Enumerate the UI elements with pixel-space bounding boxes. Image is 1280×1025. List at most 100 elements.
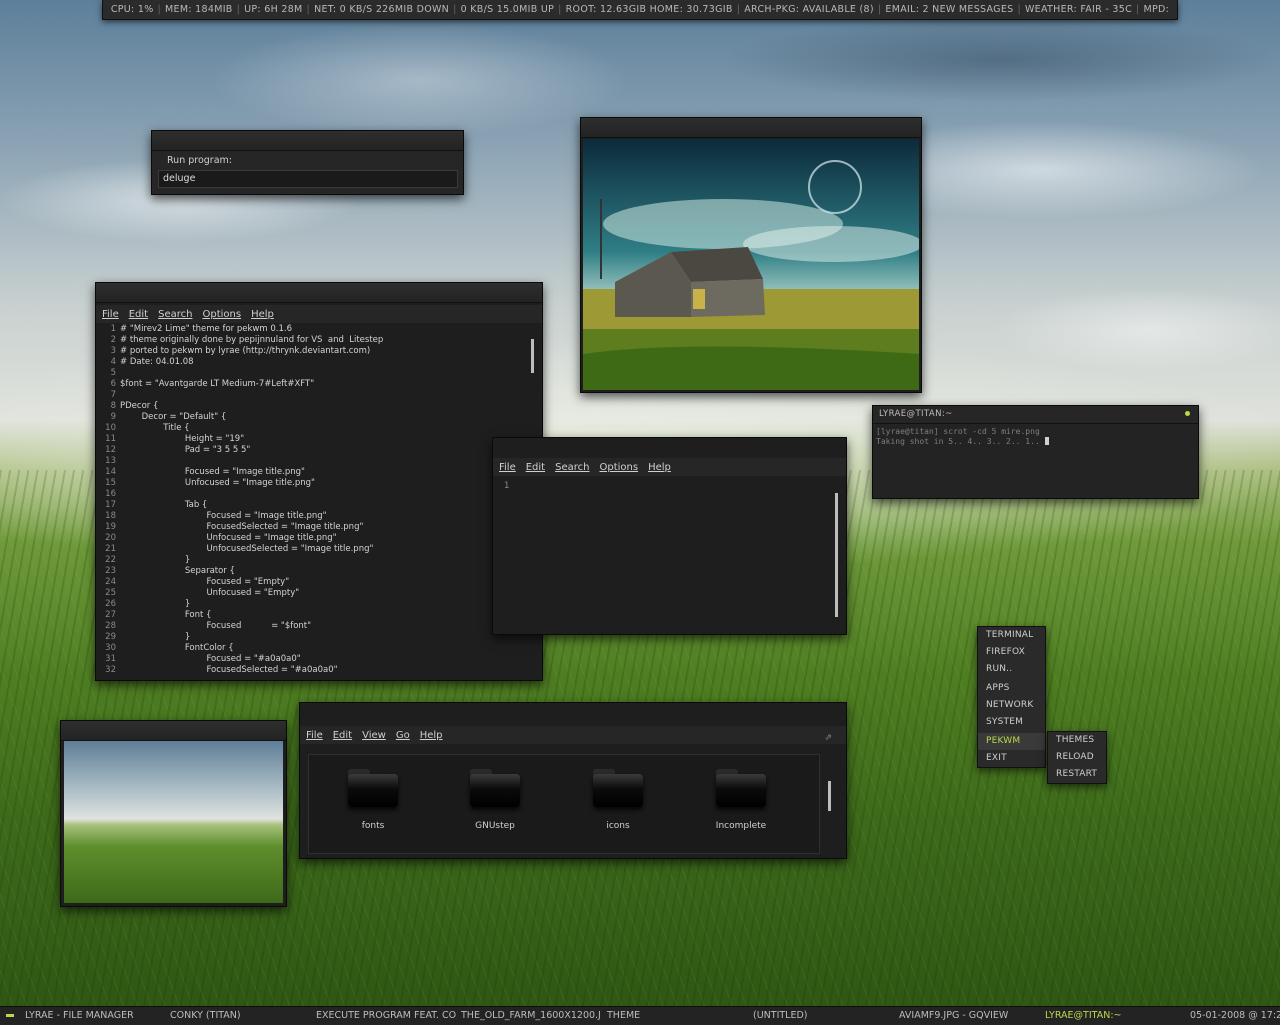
menu-go[interactable]: Go — [396, 730, 410, 741]
menu-options[interactable]: Options — [202, 309, 241, 320]
menu-item-network[interactable]: NETWORK — [978, 697, 1045, 714]
run-program-input[interactable]: deluge — [158, 170, 458, 188]
code-line: 13 — [96, 456, 528, 467]
menu-item-pekwm[interactable]: PEKWM — [978, 733, 1045, 750]
menu-view[interactable]: View — [362, 730, 386, 741]
code-line: 9 Decor = "Default" { — [96, 412, 528, 423]
menu-help[interactable]: Help — [648, 462, 671, 473]
file-manager-window: File Edit View Go Help ⇗ fonts GNUstep i… — [299, 702, 847, 859]
code-line: 20 Unfocused = "Image title.png" — [96, 533, 528, 544]
taskbar-active-marker — [6, 1014, 14, 1017]
line-text: FocusedSelected = "Image title.png" — [120, 522, 364, 532]
menu-item-reload[interactable]: RELOAD — [1048, 749, 1106, 766]
line-number: 17 — [105, 500, 116, 510]
task-untitled[interactable]: (UNTITLED) — [753, 1010, 808, 1021]
run-program-dialog: Run program: deluge — [151, 130, 464, 195]
file-manager-menubar: File Edit View Go Help — [300, 726, 846, 744]
folder-name: icons — [606, 821, 630, 831]
menu-file[interactable]: File — [102, 309, 119, 320]
task-file-manager[interactable]: LYRAE - FILE MANAGER — [25, 1010, 134, 1021]
status-item: ROOT: 12.63GIB HOME: 30.73GIB — [565, 4, 733, 15]
run-dialog-titlebar[interactable] — [152, 131, 463, 151]
code-line: 23 Separator { — [96, 566, 528, 577]
status-separator: | — [236, 4, 241, 15]
resize-grip-icon[interactable]: ⇗ — [824, 733, 832, 743]
code-line: 5 — [96, 368, 528, 379]
line-number: 15 — [105, 478, 116, 488]
folder-item[interactable]: fonts — [338, 769, 408, 831]
menu-help[interactable]: Help — [251, 309, 274, 320]
line-number: 4 — [110, 357, 116, 367]
line-text: Title { — [120, 423, 190, 433]
task-farm-image[interactable]: THE_OLD_FARM_1600X1200.J — [461, 1010, 601, 1021]
line-text: Separator { — [120, 566, 235, 576]
menu-item-themes[interactable]: THEMES — [1048, 732, 1106, 749]
code-line: 12 Pad = "3 5 5 5" — [96, 445, 528, 456]
menu-item-run[interactable]: RUN.. — [978, 661, 1045, 678]
menu-options[interactable]: Options — [599, 462, 638, 473]
menu-help[interactable]: Help — [420, 730, 443, 741]
line-text: Pad = "3 5 5 5" — [120, 445, 251, 455]
line-number: 21 — [105, 544, 116, 554]
folder-item[interactable]: GNUstep — [460, 769, 530, 831]
task-terminal[interactable]: LYRAE@TITAN:~ — [1045, 1010, 1122, 1021]
line-text: PDecor { — [120, 401, 159, 411]
line-text: Focused = "Image title.png" — [120, 467, 305, 477]
line-number: 26 — [105, 599, 116, 609]
line-number: 7 — [110, 390, 116, 400]
menu-item-firefox[interactable]: FIREFOX — [978, 644, 1045, 661]
status-item: NET: 0 KB/S 226MIB DOWN — [314, 4, 450, 15]
line-number: 25 — [105, 588, 116, 598]
menu-item-system[interactable]: SYSTEM — [978, 714, 1045, 731]
task-theme[interactable]: THEME — [607, 1010, 640, 1021]
menu-edit[interactable]: Edit — [526, 462, 545, 473]
code-line: 4 # Date: 04.01.08 — [96, 357, 528, 368]
thumbnail-titlebar[interactable] — [61, 721, 286, 741]
menu-search[interactable]: Search — [555, 462, 589, 473]
editor2-scrollbar[interactable] — [835, 493, 838, 617]
folder-item[interactable]: Incomplete — [706, 769, 776, 831]
terminal-line: [lyrae@titan] scrot -cd 5 mire.png — [876, 427, 1040, 436]
line-number: 1 — [504, 481, 510, 491]
folder-icon — [593, 769, 643, 807]
line-text: Focused = "$font" — [120, 621, 312, 631]
menu-item-terminal[interactable]: TERMINAL — [978, 627, 1045, 644]
menu-edit[interactable]: Edit — [129, 309, 148, 320]
menu-search[interactable]: Search — [158, 309, 192, 320]
status-item: MEM: 184MIB — [165, 4, 233, 15]
status-item: CPU: 1% — [110, 4, 154, 15]
task-execute-program[interactable]: EXECUTE PROGRAM FEAT. CO — [316, 1010, 456, 1021]
terminal-titlebar[interactable]: LYRAE@TITAN:~ — [873, 406, 1198, 424]
folder-icon — [470, 769, 520, 807]
menu-item-restart[interactable]: RESTART — [1048, 766, 1106, 783]
line-number: 11 — [105, 434, 116, 444]
code-line: 18 Focused = "Image title.png" — [96, 511, 528, 522]
line-number: 13 — [105, 456, 116, 466]
menu-item-apps[interactable]: APPS — [978, 680, 1045, 697]
menu-edit[interactable]: Edit — [333, 730, 352, 741]
line-text: # theme originally done by pepijnnuland … — [120, 335, 384, 345]
task-conky[interactable]: CONKY (TITAN) — [170, 1010, 241, 1021]
code-line: 3 # ported to pekwm by lyrae (http://thry… — [96, 346, 528, 357]
code-text-area[interactable]: 1 # "Mirev2 Lime" theme for pekwm 0.1.6 2 #… — [96, 324, 528, 678]
line-number: 22 — [105, 555, 116, 565]
menu-file[interactable]: File — [499, 462, 516, 473]
task-gqview[interactable]: AVIAMF9.JPG - GQVIEW — [899, 1010, 1008, 1021]
line-number: 30 — [105, 643, 116, 653]
menu-item-exit[interactable]: EXIT — [978, 750, 1045, 767]
folder-item[interactable]: icons — [583, 769, 653, 831]
pekwm-submenu: THEMES RELOAD RESTART — [1047, 731, 1107, 784]
code-line: 27 Font { — [96, 610, 528, 621]
line-number: 8 — [110, 401, 116, 411]
file-manager-scrollbar[interactable] — [828, 781, 831, 811]
line-number: 14 — [105, 467, 116, 477]
line-text: FontColor { — [120, 643, 234, 653]
line-number: 5 — [110, 368, 116, 378]
image-viewer-titlebar[interactable] — [581, 118, 921, 138]
line-number: 1 — [110, 324, 116, 334]
code-line: 28 Focused = "$font" — [96, 621, 528, 632]
editor-titlebar[interactable] — [96, 283, 542, 303]
line-text: Tab { — [120, 500, 208, 510]
menu-file[interactable]: File — [306, 730, 323, 741]
editor-scrollbar[interactable] — [531, 339, 534, 373]
